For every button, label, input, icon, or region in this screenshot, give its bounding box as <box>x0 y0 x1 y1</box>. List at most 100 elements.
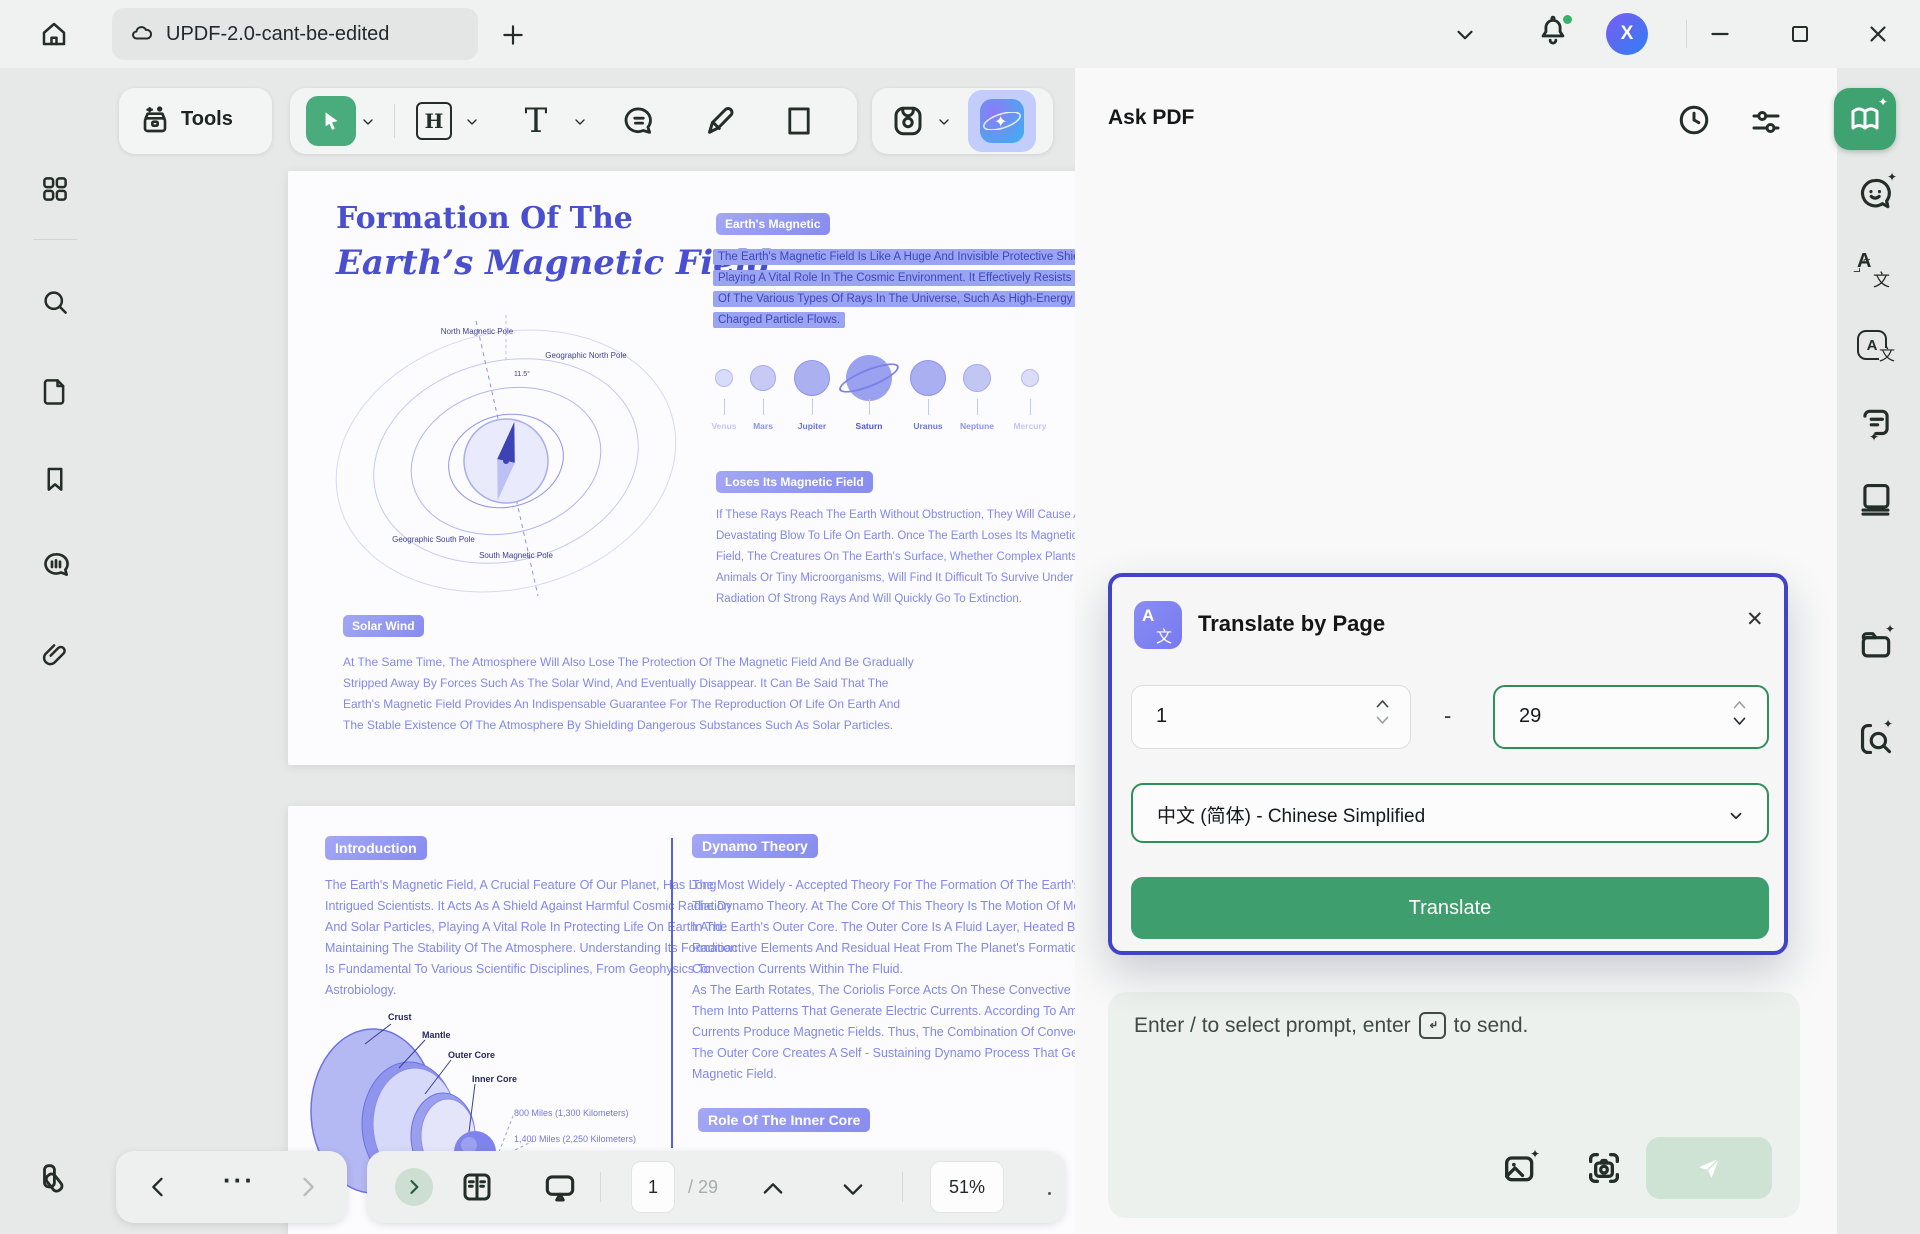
ai-summary-tab[interactable]: ✦ <box>1857 405 1897 445</box>
cutaway-measure-2: 1,400 Miles (2,250 Kilometers) <box>514 1134 636 1144</box>
comment-tool-button[interactable] <box>622 104 656 138</box>
planet-tick <box>1030 399 1031 415</box>
sidebar-item-comments[interactable] <box>40 549 70 579</box>
sidebar-item-search[interactable] <box>40 287 70 317</box>
translate-badge-a: A <box>1142 606 1154 626</box>
planet-venus <box>715 369 733 387</box>
send-button[interactable] <box>1646 1137 1772 1199</box>
tab-list-button[interactable] <box>1452 22 1478 48</box>
notification-dot <box>1563 15 1572 24</box>
heading-tool-dropdown[interactable] <box>464 114 480 130</box>
translate-page-tab[interactable]: A 文 <box>1857 330 1897 370</box>
page-to-input[interactable]: 29 <box>1493 685 1769 749</box>
cutaway-label-outer-core: Outer Core <box>448 1050 495 1060</box>
diagram-label-north-magnetic-pole: North Magnetic Pole <box>438 327 516 337</box>
ai-search-tab[interactable]: ✦ <box>1857 720 1897 760</box>
snapshot-tool-button[interactable] <box>890 103 926 139</box>
planet-tick <box>763 399 764 415</box>
shape-tool-button[interactable] <box>782 104 816 138</box>
planet-label: Saturn <box>839 421 899 431</box>
body-text-line: Currents Produce Magnetic Fields. Thus, … <box>692 1025 1075 1039</box>
select-tool-dropdown[interactable] <box>360 114 376 130</box>
snapshot-tool-dropdown[interactable] <box>936 114 952 130</box>
close-button[interactable] <box>1858 14 1898 54</box>
ai-gradient-icon: ✦ <box>980 99 1024 143</box>
back-button[interactable] <box>144 1173 172 1201</box>
page-from-value: 1 <box>1156 705 1167 728</box>
translate-button[interactable]: Translate <box>1131 877 1769 939</box>
sidebar-item-appearance[interactable] <box>36 1160 66 1190</box>
text-tool-button[interactable]: T <box>516 100 556 142</box>
select-tool-button[interactable] <box>306 96 356 146</box>
body-text-line: Magnetic Field. <box>692 1067 777 1081</box>
chevron-down-icon <box>572 114 588 130</box>
maximize-button[interactable] <box>1780 14 1820 54</box>
pdf-page-1[interactable]: Formation Of The Earth’s Magnetic Field <box>288 171 1075 765</box>
ai-assistant-button[interactable]: ✦ <box>968 90 1036 152</box>
heading-tool-glyph: H <box>425 109 444 133</box>
minimize-button[interactable] <box>1700 14 1740 54</box>
reading-mode-button[interactable] <box>459 1169 495 1205</box>
screenshot-button[interactable] <box>1584 1148 1628 1192</box>
panel-title: Ask PDF <box>1108 106 1194 130</box>
translate-text-tab[interactable]: A ⌐ 文 ⌐ <box>1857 250 1897 290</box>
tools-menu-button[interactable]: Tools <box>119 88 272 154</box>
avatar[interactable]: X <box>1606 13 1648 55</box>
page-total: / 29 <box>688 1177 718 1198</box>
more-button[interactable]: ··· <box>208 1165 270 1196</box>
page-number-input[interactable]: 1 <box>631 1161 675 1213</box>
zoom-level-button[interactable]: 51% <box>930 1161 1004 1213</box>
search-icon <box>40 287 70 317</box>
body-text-line: And Solar Particles, Playing A Vital Rol… <box>325 920 722 934</box>
document-canvas[interactable]: Formation Of The Earth’s Magnetic Field <box>98 68 1075 1234</box>
next-page-button[interactable] <box>839 1175 867 1203</box>
text-tool-dropdown[interactable] <box>572 114 588 130</box>
dialog-close-button[interactable]: ✕ <box>1746 607 1764 632</box>
planet-tick <box>869 399 870 415</box>
translate-by-page-dialog: A 文 Translate by Page ✕ 1 - 29 <box>1108 573 1788 955</box>
expand-panel-button[interactable] <box>395 1168 433 1206</box>
new-tab-button[interactable] <box>496 18 530 52</box>
sidebar-item-attachments[interactable] <box>40 640 70 670</box>
sidebar-item-thumbnails[interactable] <box>40 174 70 204</box>
stepper-up-icon <box>1375 698 1390 709</box>
planet-neptune <box>963 364 991 392</box>
tab-title: UPDF-2.0-cant-be-edited <box>166 23 389 46</box>
forward-button[interactable] <box>294 1173 322 1201</box>
ai-reader-tab-active[interactable]: ✦ <box>1834 88 1896 150</box>
chat-history-button[interactable] <box>1676 102 1712 138</box>
page-to-stepper[interactable] <box>1732 699 1747 727</box>
current-page: 1 <box>648 1177 658 1198</box>
home-icon <box>39 19 69 49</box>
notifications-button[interactable] <box>1536 14 1576 54</box>
diagram-label-south-magnetic-pole: South Magnetic Pole <box>476 551 556 561</box>
ai-files-tab[interactable]: ✦ <box>1857 625 1897 665</box>
sparkle-glyph: ✦ <box>1883 718 1893 730</box>
heading-tool-button[interactable]: H <box>416 102 452 140</box>
body-text-line: If These Rays Reach The Earth Without Ob… <box>716 509 1075 521</box>
previous-page-button[interactable] <box>759 1175 787 1203</box>
body-text-line: Maintaining The Stability Of The Atmosph… <box>325 941 737 955</box>
panel-settings-button[interactable] <box>1748 104 1784 140</box>
reader-book-tab[interactable] <box>1857 480 1897 520</box>
sidebar-item-bookmarks[interactable] <box>40 464 70 494</box>
two-page-view-icon <box>459 1169 495 1205</box>
presentation-button[interactable] <box>541 1169 579 1207</box>
target-language-select[interactable]: 中文 (简体) - Chinese Simplified <box>1131 783 1769 843</box>
zoom-level: 51% <box>949 1177 985 1198</box>
page-from-stepper[interactable] <box>1375 698 1390 726</box>
body-text-line: Radioactive Elements And Residual Heat F… <box>692 941 1075 955</box>
pen-tool-button[interactable] <box>702 103 738 139</box>
plus-icon <box>500 22 526 48</box>
body-text-line: Earth's Magnetic Field Provides An Indis… <box>343 697 900 711</box>
toolbar-separator <box>394 104 395 138</box>
ai-chat-tab[interactable]: ✦ <box>1857 175 1897 215</box>
page-from-input[interactable]: 1 <box>1131 685 1411 749</box>
comment-bubble-icon <box>622 104 656 138</box>
chat-input-box[interactable]: Enter / to select prompt, enter to send.… <box>1108 992 1800 1218</box>
attach-image-button[interactable]: ✦ <box>1500 1148 1544 1192</box>
home-button[interactable] <box>30 10 78 58</box>
sidebar-item-pages[interactable] <box>40 376 70 406</box>
document-tab[interactable]: UPDF-2.0-cant-be-edited <box>112 8 478 60</box>
tag-loses-magnetic-field: Loses Its Magnetic Field <box>716 471 873 493</box>
